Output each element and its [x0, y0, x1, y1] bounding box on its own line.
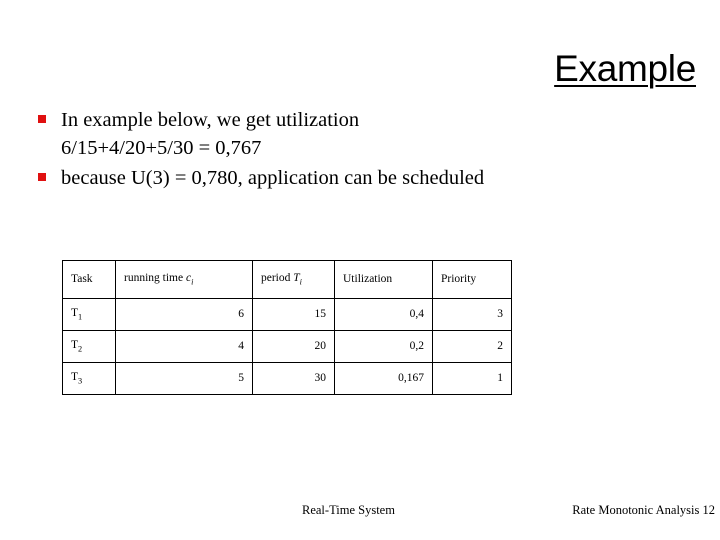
table-row: T2 4 20 0,2 2: [62, 330, 512, 363]
cell-task-name: T3: [62, 362, 116, 395]
table-header-row: Task running time ci period Ti Utilizati…: [62, 260, 512, 299]
cell-task-name-text: T: [71, 371, 79, 384]
bullet-item-2: because U(3) = 0,780, application can be…: [30, 164, 690, 192]
cell-running-time: 5: [115, 362, 253, 395]
column-header-running-time-label: running time: [124, 272, 186, 285]
cell-task-name: T1: [62, 298, 116, 331]
cell-task-name-subscript: 2: [78, 344, 83, 354]
column-header-task: Task: [62, 260, 116, 299]
cell-running-time: 6: [115, 298, 253, 331]
cell-priority: 1: [432, 362, 512, 395]
column-header-priority: Priority: [432, 260, 512, 299]
cell-period: 15: [252, 298, 335, 331]
bullet-item-2-line-1: because U(3) = 0,780, application can be…: [61, 167, 485, 189]
cell-task-name-subscript: 3: [78, 376, 83, 386]
cell-utilization: 0,2: [334, 330, 433, 363]
cell-period: 20: [252, 330, 335, 363]
cell-period: 30: [252, 362, 335, 395]
footer-course-label: Real-Time System: [302, 503, 395, 517]
cell-priority: 2: [432, 330, 512, 363]
cell-task-name-text: T: [71, 339, 79, 352]
cell-priority: 3: [432, 298, 512, 331]
table-row: T3 5 30 0,167 1: [62, 362, 512, 395]
bullet-item-1: In example below, we get utilization 6/1…: [30, 106, 690, 162]
column-header-period-label: period: [261, 272, 294, 285]
cell-running-time: 4: [115, 330, 253, 363]
bullet-item-1-line-1: In example below, we get utilization: [61, 109, 360, 131]
bullet-item-1-line-2: 6/15+4/20+5/30 = 0,767: [61, 137, 262, 159]
column-header-utilization: Utilization: [334, 260, 433, 299]
cell-utilization: 0,167: [334, 362, 433, 395]
page-title: Example: [554, 48, 696, 89]
column-header-running-time: running time ci: [115, 260, 253, 299]
column-header-running-time-subscript: i: [191, 277, 194, 287]
cell-task-name-subscript: 1: [78, 312, 83, 322]
cell-task-name: T2: [62, 330, 116, 363]
red-square-bullet-icon: [38, 115, 46, 123]
bullet-list: In example below, we get utilization 6/1…: [30, 106, 690, 194]
footer-topic-and-slide-number: Rate Monotonic Analysis 12: [572, 503, 715, 517]
slide-footer: Real-Time System Rate Monotonic Analysis…: [0, 503, 720, 523]
cell-task-name-text: T: [71, 307, 79, 320]
column-header-period-subscript: i: [299, 277, 302, 287]
table-row: T1 6 15 0,4 3: [62, 298, 512, 331]
column-header-period: period Ti: [252, 260, 335, 299]
red-square-bullet-icon: [38, 173, 46, 181]
task-schedule-table: Task running time ci period Ti Utilizati…: [62, 260, 512, 395]
cell-utilization: 0,4: [334, 298, 433, 331]
